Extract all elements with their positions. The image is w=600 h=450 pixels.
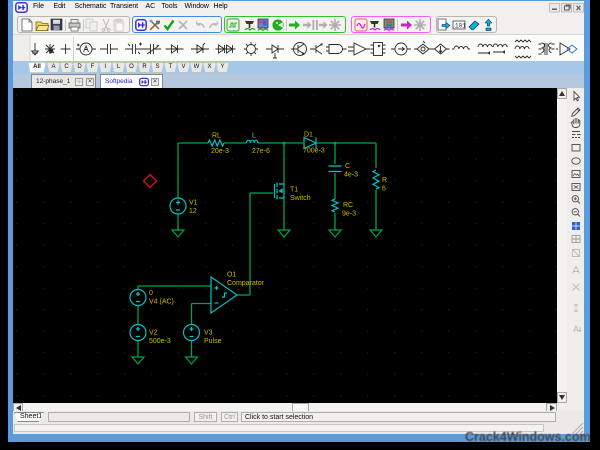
svg-text:Switch: Switch — [290, 195, 311, 202]
svg-text:27e-6: 27e-6 — [252, 148, 270, 155]
svg-text:V1: V1 — [189, 200, 198, 207]
svg-text:101: 101 — [455, 23, 466, 30]
svg-text:0: 0 — [149, 290, 153, 297]
svg-text:RC: RC — [343, 202, 353, 209]
svg-text:R: R — [382, 177, 387, 184]
svg-text:9e-3: 9e-3 — [342, 211, 356, 218]
svg-text:V4 (AC): V4 (AC) — [149, 299, 174, 306]
svg-text:500e-3: 500e-3 — [149, 338, 171, 345]
svg-text:12: 12 — [189, 208, 197, 215]
svg-text:L: L — [252, 133, 256, 140]
svg-text:700e-3: 700e-3 — [303, 148, 325, 155]
svg-text:RL: RL — [212, 133, 221, 140]
svg-text:V3: V3 — [204, 330, 213, 337]
svg-text:D1: D1 — [304, 132, 313, 139]
svg-text:Pulse: Pulse — [204, 338, 222, 345]
svg-text:6: 6 — [382, 186, 386, 193]
svg-text:O1: O1 — [227, 272, 236, 279]
svg-text:20e-3: 20e-3 — [211, 148, 229, 155]
svg-text:4e-3: 4e-3 — [344, 172, 358, 179]
svg-text:T1: T1 — [290, 187, 298, 194]
svg-text:V2: V2 — [149, 330, 158, 337]
svg-text:C: C — [345, 163, 350, 170]
svg-text:Comparator: Comparator — [227, 280, 265, 287]
